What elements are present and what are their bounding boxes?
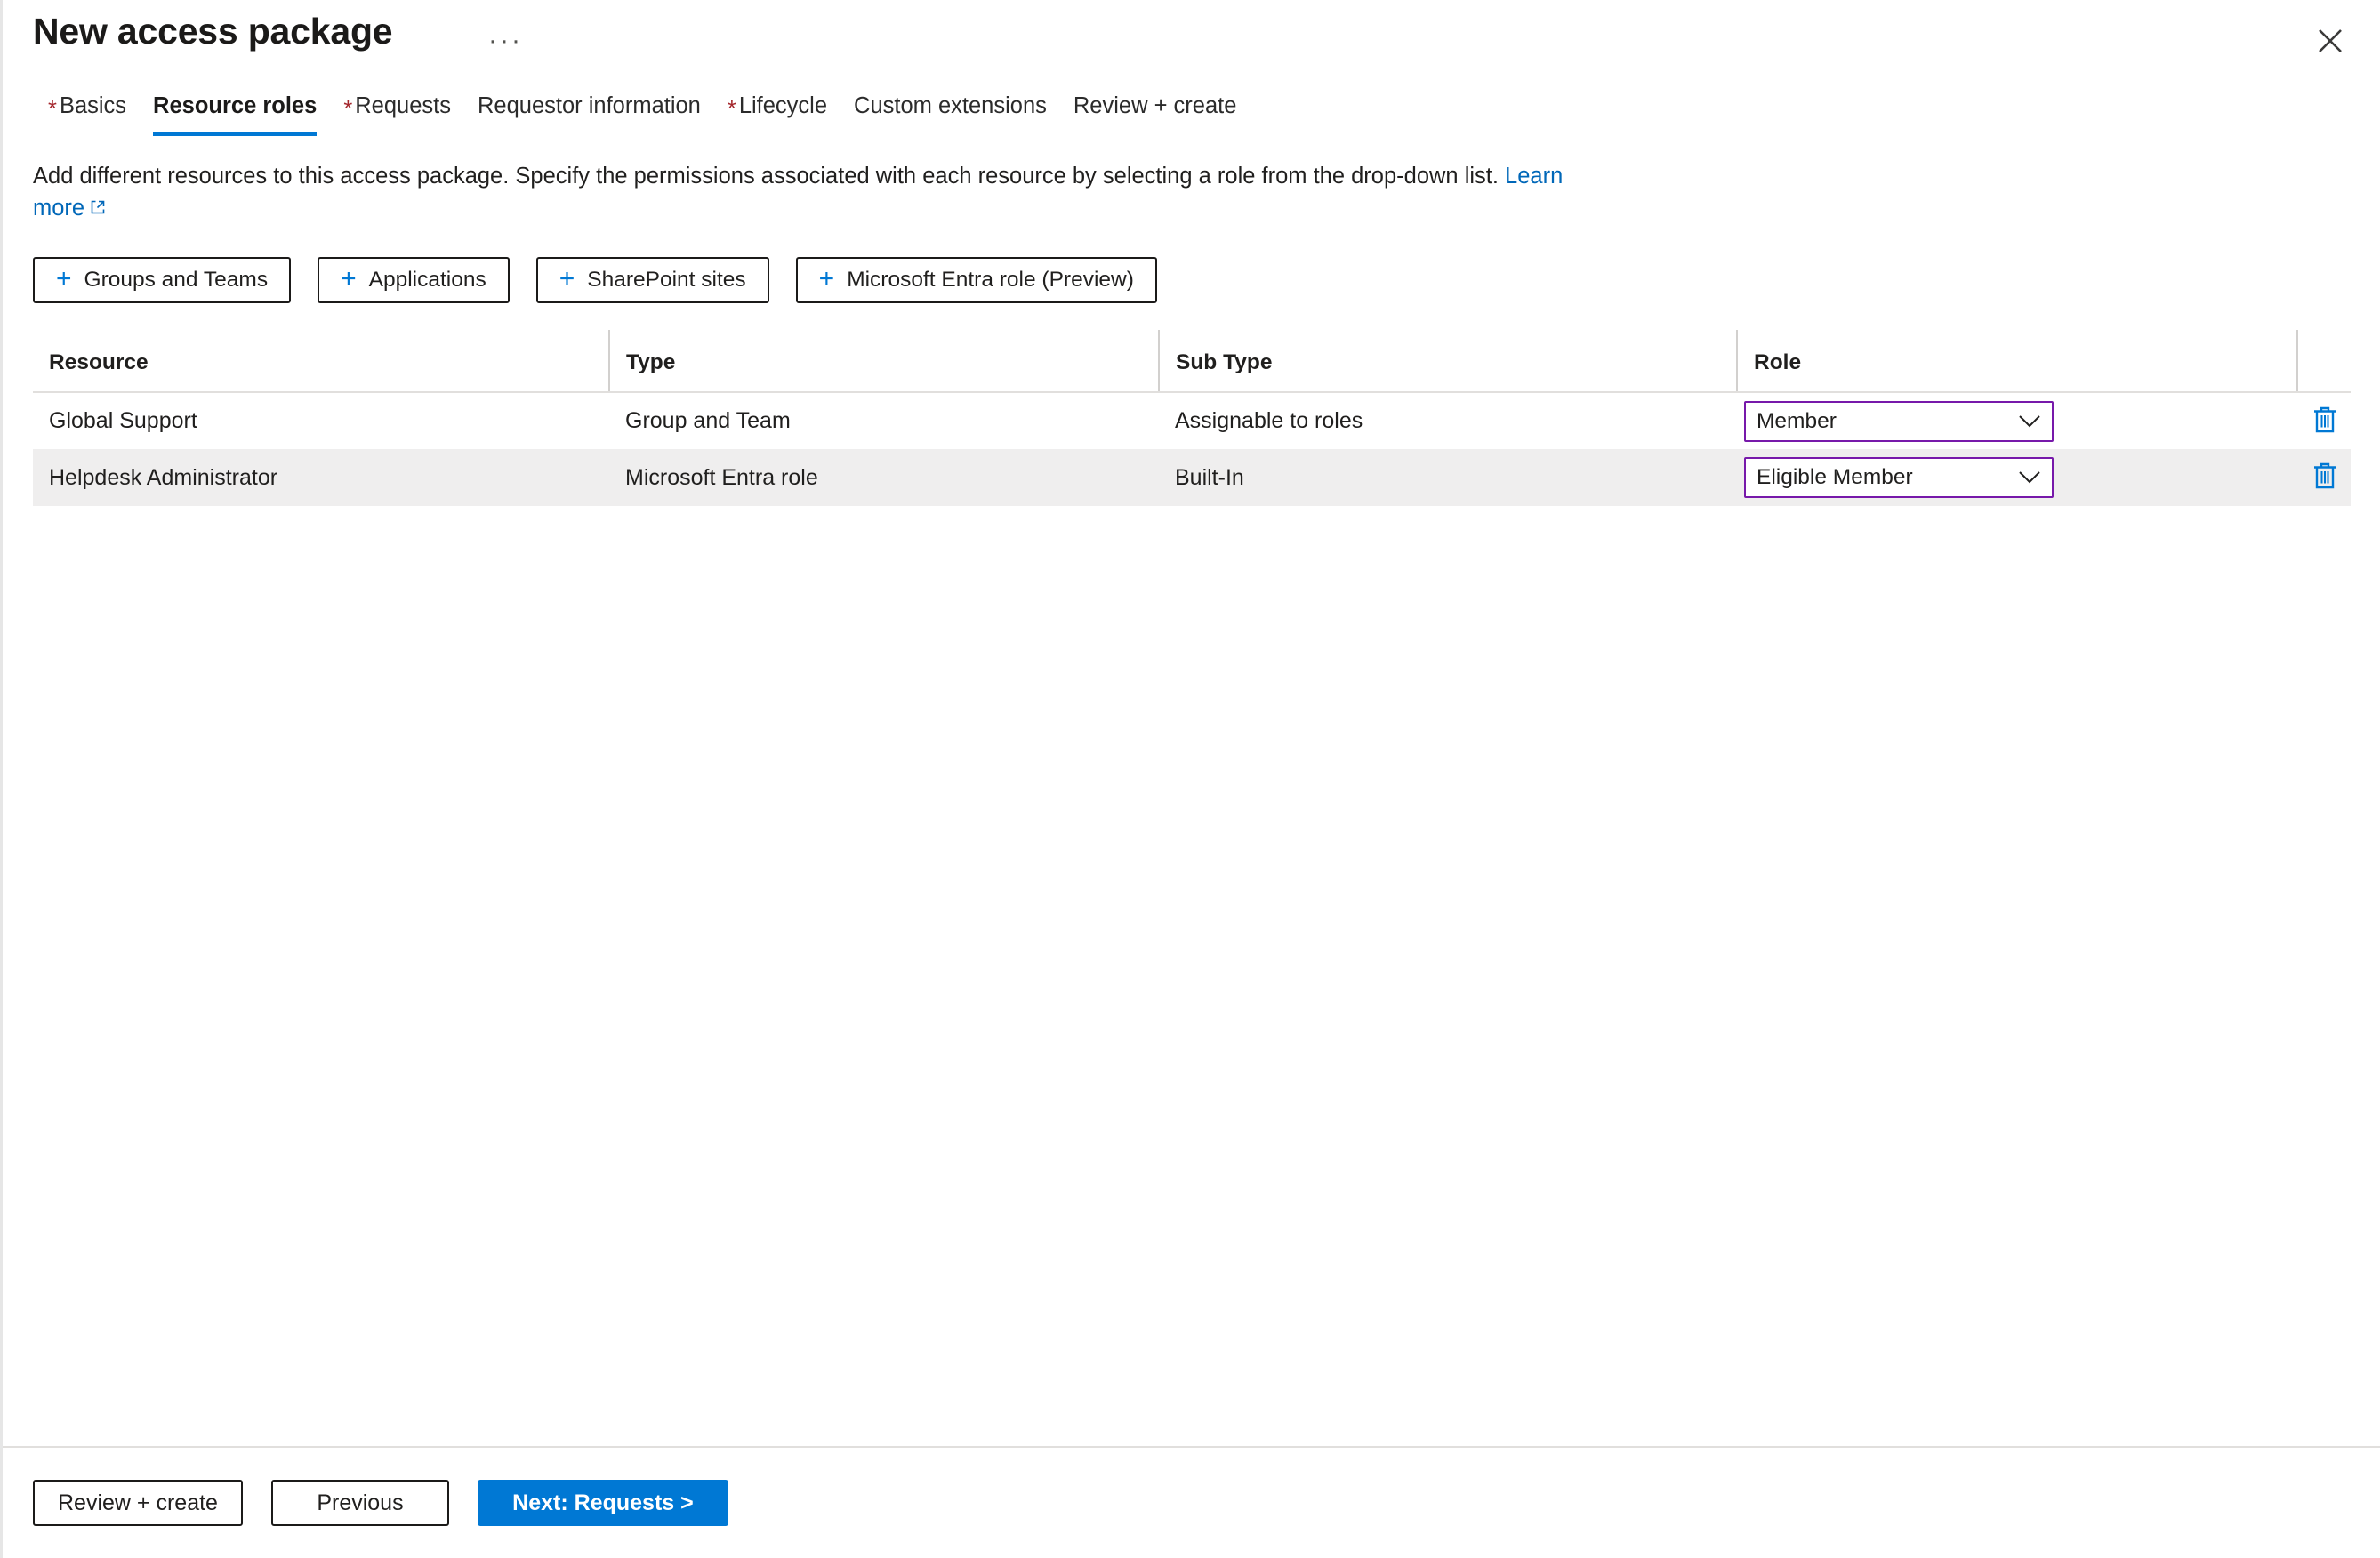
- cell-type: Group and Team: [625, 408, 791, 433]
- add-resource-toolbar: + Groups and Teams + Applications + Shar…: [33, 257, 2350, 303]
- tab-label: Resource roles: [153, 93, 318, 118]
- add-sharepoint-sites-button[interactable]: + SharePoint sites: [535, 257, 769, 303]
- chevron-down-icon: [2018, 414, 2041, 429]
- cell-sub-type: Built-In: [1159, 449, 1737, 506]
- add-microsoft-entra-role-button[interactable]: + Microsoft Entra role (Preview): [795, 257, 1157, 303]
- tab-label: Lifecycle: [738, 93, 828, 118]
- tab-review-create[interactable]: Review + create: [1060, 85, 1250, 139]
- review-create-button[interactable]: Review + create: [33, 1480, 243, 1526]
- blade-footer: Review + create Previous Next: Requests …: [3, 1446, 2380, 1558]
- required-asterisk: *: [343, 97, 353, 122]
- trash-icon: [2312, 405, 2338, 438]
- tab-requestor-information[interactable]: Requestor information: [464, 85, 714, 139]
- column-header-type[interactable]: Type: [609, 330, 1160, 393]
- tab-label: Review + create: [1073, 93, 1237, 118]
- cell-actions: [2297, 449, 2351, 506]
- plus-icon: +: [56, 264, 72, 293]
- chevron-down-icon: [2018, 470, 2041, 485]
- more-options-icon[interactable]: ···: [481, 20, 530, 62]
- table-row: Helpdesk Administrator Microsoft Entra r…: [33, 449, 2351, 506]
- add-groups-and-teams-button[interactable]: + Groups and Teams: [33, 257, 292, 303]
- role-dropdown-value: Member: [1757, 408, 1837, 433]
- cell-role: Member: [1737, 392, 2297, 449]
- plus-icon: +: [818, 264, 835, 293]
- delete-row-button[interactable]: [2306, 458, 2344, 497]
- delete-row-button[interactable]: [2306, 401, 2344, 440]
- tab-requests[interactable]: * Requests: [330, 85, 464, 139]
- column-header-role[interactable]: Role: [1737, 330, 2298, 393]
- close-button[interactable]: [2305, 16, 2355, 66]
- column-header-sub-type[interactable]: Sub Type: [1159, 330, 1738, 393]
- resource-roles-table: Resource Type Sub Type Role Global Suppo…: [33, 330, 2351, 506]
- tab-label: Requestor information: [477, 93, 701, 118]
- button-label: Applications: [368, 268, 486, 292]
- description-sentence: Add different resources to this access p…: [33, 164, 1499, 189]
- cell-role: Eligible Member: [1737, 449, 2297, 506]
- tab-resource-roles[interactable]: Resource roles: [140, 85, 330, 139]
- required-asterisk: *: [48, 97, 57, 122]
- cell-resource: Helpdesk Administrator: [33, 449, 609, 506]
- role-dropdown[interactable]: Eligible Member: [1744, 457, 2054, 498]
- previous-button[interactable]: Previous: [270, 1480, 449, 1526]
- plus-icon: +: [341, 264, 357, 293]
- tab-lifecycle[interactable]: * Lifecycle: [714, 85, 840, 139]
- trash-icon: [2312, 461, 2338, 494]
- table-row: Global Support Group and Team Assignable…: [33, 392, 2351, 449]
- blade-body: Add different resources to this access p…: [3, 144, 2380, 1446]
- column-header-resource[interactable]: Resource: [33, 330, 610, 393]
- external-link-icon: [89, 193, 107, 225]
- new-access-package-blade: New access package ··· * Basics Resource …: [0, 0, 2380, 1558]
- cell-actions: [2297, 392, 2351, 449]
- plus-icon: +: [559, 264, 575, 293]
- add-applications-button[interactable]: + Applications: [318, 257, 510, 303]
- cell-resource: Global Support: [49, 408, 197, 433]
- cell-type: Microsoft Entra role: [609, 449, 1159, 506]
- column-header-actions: [2297, 330, 2351, 393]
- wizard-tabstrip: * Basics Resource roles * Requests Request…: [3, 85, 2380, 144]
- tab-basics[interactable]: * Basics: [35, 85, 140, 139]
- button-label: Microsoft Entra role (Preview): [847, 268, 1134, 292]
- page-title: New access package: [33, 11, 393, 52]
- table-header-row: Resource Type Sub Type Role: [33, 330, 2351, 393]
- table-header: Resource Type Sub Type Role: [33, 330, 2351, 393]
- close-icon: [2317, 28, 2344, 54]
- table-body: Global Support Group and Team Assignable…: [33, 392, 2351, 506]
- tab-label: Custom extensions: [854, 93, 1047, 118]
- tab-label: Requests: [355, 93, 451, 118]
- button-label: SharePoint sites: [587, 268, 746, 292]
- role-dropdown[interactable]: Member: [1744, 400, 2054, 442]
- tab-label: Basics: [59, 93, 127, 118]
- required-asterisk: *: [727, 97, 736, 122]
- cell-sub-type: Assignable to roles: [1175, 408, 1363, 433]
- blade-header: New access package ···: [3, 0, 2380, 85]
- tab-custom-extensions[interactable]: Custom extensions: [840, 85, 1060, 139]
- role-dropdown-value: Eligible Member: [1757, 465, 1913, 489]
- description-text: Add different resources to this access p…: [33, 144, 1616, 225]
- button-label: Groups and Teams: [84, 268, 269, 292]
- next-requests-button[interactable]: Next: Requests >: [477, 1480, 728, 1526]
